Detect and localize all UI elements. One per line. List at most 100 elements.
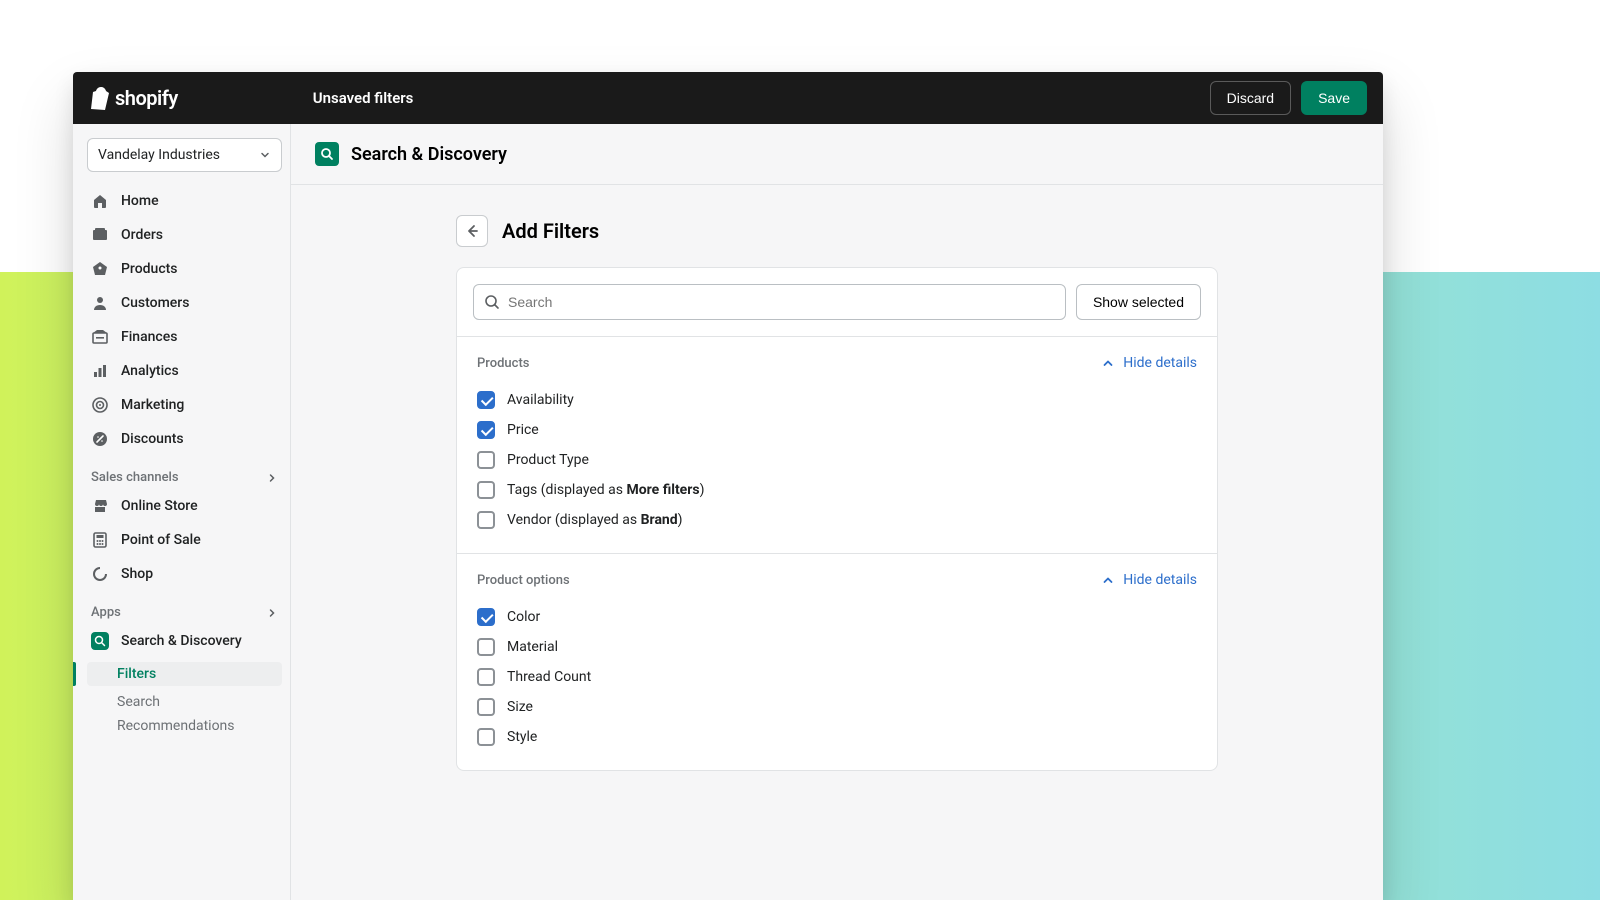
back-button[interactable]: [456, 215, 488, 247]
filter-label: Color: [507, 609, 540, 625]
sidebar-item-shop[interactable]: Shop: [87, 561, 282, 587]
checkbox[interactable]: [477, 481, 495, 499]
customers-icon: [91, 294, 109, 312]
products-icon: [91, 260, 109, 278]
filter-option[interactable]: Product Type: [477, 445, 1197, 475]
filter-label: Vendor (displayed as Brand): [507, 512, 683, 528]
nav-label: Orders: [121, 227, 163, 243]
show-selected-button[interactable]: Show selected: [1076, 284, 1201, 320]
sidebar-sub-search[interactable]: Search: [87, 694, 282, 710]
checkbox[interactable]: [477, 451, 495, 469]
checkbox[interactable]: [477, 638, 495, 656]
nav-label: Finances: [121, 329, 177, 345]
filter-section: Product options Hide details Color Mater…: [457, 554, 1217, 770]
app-header-title: Search & Discovery: [351, 144, 507, 165]
nav-label: Marketing: [121, 397, 184, 413]
sidebar-item-analytics[interactable]: Analytics: [87, 358, 282, 384]
sidebar-sub-filters[interactable]: Filters: [87, 662, 282, 686]
nav-label: Products: [121, 261, 178, 277]
sidebar-item-products[interactable]: Products: [87, 256, 282, 282]
store-name: Vandelay Industries: [98, 147, 220, 163]
nav-label: Shop: [121, 566, 153, 582]
checkbox[interactable]: [477, 728, 495, 746]
filter-label: Availability: [507, 392, 574, 408]
filter-label: Product Type: [507, 452, 589, 468]
discounts-icon: [91, 430, 109, 448]
filter-option[interactable]: Vendor (displayed as Brand): [477, 505, 1197, 535]
sidebar-item-discounts[interactable]: Discounts: [87, 426, 282, 452]
sidebar-item-home[interactable]: Home: [87, 188, 282, 214]
section-title: Products: [477, 356, 529, 371]
page-title: Add Filters: [502, 219, 599, 243]
filter-label: Material: [507, 639, 558, 655]
onlinestore-icon: [91, 497, 109, 515]
arrow-left-icon: [464, 223, 480, 239]
discard-button[interactable]: Discard: [1210, 81, 1291, 115]
filter-section: Products Hide details Availability Price…: [457, 337, 1217, 554]
filters-card: Show selected Products Hide details Avai…: [456, 267, 1218, 771]
app-header: Search & Discovery: [291, 124, 1383, 185]
sidebar-item-online-store[interactable]: Online Store: [87, 493, 282, 519]
checkbox[interactable]: [477, 698, 495, 716]
topbar: shopify Unsaved filters Discard Save: [73, 72, 1383, 124]
chevron-right-icon[interactable]: [266, 472, 278, 484]
sidebar-sub-recommendations[interactable]: Recommendations: [87, 718, 282, 734]
search-discovery-app-icon: [315, 142, 339, 166]
sidebar-section-apps: Apps: [87, 595, 282, 628]
analytics-icon: [91, 362, 109, 380]
sidebar-item-orders[interactable]: Orders: [87, 222, 282, 248]
filter-option[interactable]: Price: [477, 415, 1197, 445]
checkbox[interactable]: [477, 391, 495, 409]
chevron-up-icon: [1101, 356, 1115, 370]
main: Search & Discovery Add Filters: [291, 124, 1383, 900]
nav-label: Analytics: [121, 363, 179, 379]
shopify-logo: shopify: [89, 86, 178, 110]
filter-option[interactable]: Style: [477, 722, 1197, 752]
pos-icon: [91, 531, 109, 549]
store-selector[interactable]: Vandelay Industries: [87, 138, 282, 172]
checkbox[interactable]: [477, 668, 495, 686]
filter-label: Tags (displayed as More filters): [507, 482, 704, 498]
sidebar-item-marketing[interactable]: Marketing: [87, 392, 282, 418]
sidebar-section-sales: Sales channels: [87, 460, 282, 493]
hide-details-toggle[interactable]: Hide details: [1101, 572, 1197, 588]
filter-option[interactable]: Tags (displayed as More filters): [477, 475, 1197, 505]
shopify-wordmark: shopify: [115, 86, 178, 110]
shop-icon: [91, 565, 109, 583]
sidebar-item-finances[interactable]: Finances: [87, 324, 282, 350]
chevron-up-icon: [1101, 573, 1115, 587]
filter-label: Price: [507, 422, 539, 438]
sidebar-app-search-discovery[interactable]: Search & Discovery: [87, 628, 282, 654]
checkbox[interactable]: [477, 511, 495, 529]
nav-label: Home: [121, 193, 159, 209]
sidebar-item-point-of-sale[interactable]: Point of Sale: [87, 527, 282, 553]
caret-down-icon: [259, 149, 271, 161]
save-button[interactable]: Save: [1301, 81, 1367, 115]
sidebar-item-customers[interactable]: Customers: [87, 290, 282, 316]
filter-option[interactable]: Color: [477, 602, 1197, 632]
checkbox[interactable]: [477, 608, 495, 626]
search-discovery-app-icon: [91, 632, 109, 650]
filter-option[interactable]: Material: [477, 632, 1197, 662]
filter-option[interactable]: Availability: [477, 385, 1197, 415]
finances-icon: [91, 328, 109, 346]
orders-icon: [91, 226, 109, 244]
filter-label: Style: [507, 729, 537, 745]
nav-label: Customers: [121, 295, 189, 311]
topbar-context-title: Unsaved filters: [313, 89, 414, 107]
search-icon: [484, 294, 500, 310]
section-title: Product options: [477, 573, 570, 588]
nav-label: Online Store: [121, 498, 198, 514]
filter-option[interactable]: Size: [477, 692, 1197, 722]
hide-details-toggle[interactable]: Hide details: [1101, 355, 1197, 371]
nav-label: Point of Sale: [121, 532, 201, 548]
nav-label: Discounts: [121, 431, 184, 447]
filter-option[interactable]: Thread Count: [477, 662, 1197, 692]
search-input[interactable]: [500, 294, 1055, 310]
filter-label: Size: [507, 699, 533, 715]
checkbox[interactable]: [477, 421, 495, 439]
sidebar: Vandelay Industries Home Orders Products…: [73, 124, 291, 900]
search-field-wrap[interactable]: [473, 284, 1066, 320]
chevron-right-icon[interactable]: [266, 607, 278, 619]
app-window: shopify Unsaved filters Discard Save Van…: [73, 72, 1383, 900]
